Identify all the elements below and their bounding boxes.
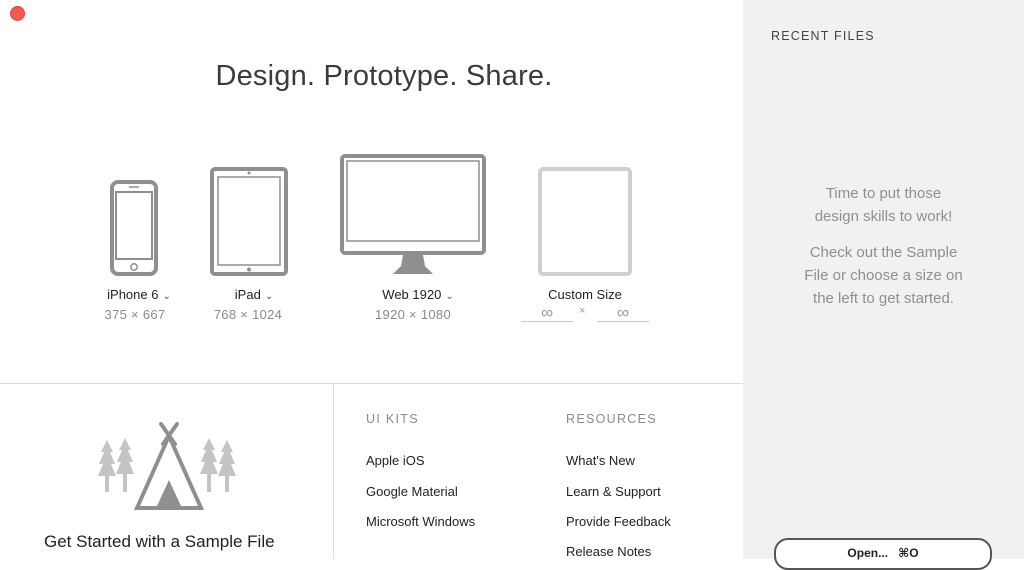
open-file-button[interactable]: Open... ⌘O: [774, 538, 992, 570]
page-title: Design. Prototype. Share.: [215, 60, 553, 92]
device-web1920[interactable]: [340, 154, 486, 276]
column-divider: [333, 384, 334, 559]
open-button-label: Open...: [847, 546, 889, 560]
chevron-down-icon: ⌄: [264, 291, 274, 302]
close-window-button[interactable]: [10, 6, 25, 21]
device-custom-label[interactable]: Custom Size: [548, 287, 622, 302]
sample-file-label: Get Started with a Sample File: [44, 532, 275, 551]
ui-kit-link-google-material[interactable]: Google Material: [366, 484, 458, 499]
custom-size-inputs: ∞ × ∞: [521, 304, 649, 322]
open-shortcut: ⌘O: [898, 546, 919, 560]
resource-link-learn-support[interactable]: Learn & Support: [566, 484, 661, 499]
recent-files-sidebar: RECENT FILES Time to put those design sk…: [743, 0, 1024, 570]
resource-link-whats-new[interactable]: What's New: [566, 453, 635, 468]
recent-files-title: RECENT FILES: [771, 29, 875, 43]
custom-height-input[interactable]: ∞: [597, 304, 649, 322]
chevron-down-icon: ⌄: [162, 291, 171, 302]
monitor-icon: [340, 154, 486, 274]
size-separator: ×: [579, 305, 586, 317]
sample-file-card[interactable]: Get Started with a Sample File: [0, 384, 333, 559]
device-web1920-label[interactable]: Web 1920 ⌄: [382, 287, 453, 302]
device-iphone6-label[interactable]: iPhone 6 ⌄: [107, 287, 171, 302]
chevron-down-icon: ⌄: [445, 291, 454, 302]
ui-kit-link-microsoft-windows[interactable]: Microsoft Windows: [366, 514, 475, 529]
teepee-trees-icon: [98, 422, 236, 510]
device-iphone6[interactable]: [110, 180, 158, 276]
ui-kit-link-apple-ios[interactable]: Apple iOS: [366, 453, 425, 468]
custom-width-input[interactable]: ∞: [521, 304, 573, 322]
resource-link-provide-feedback[interactable]: Provide Feedback: [566, 514, 671, 529]
main-panel: Design. Prototype. Share. iPhone 6 ⌄ 375 …: [0, 0, 743, 559]
empty-message-line: Check out the Sample: [809, 244, 958, 261]
device-ipad[interactable]: [210, 167, 288, 276]
iphone-icon: [110, 180, 158, 276]
resources-heading: RESOURCES: [566, 412, 657, 426]
empty-message-line: Time to put those: [825, 185, 942, 202]
empty-message-line: File or choose a size on: [804, 267, 963, 284]
empty-message-line: design skills to work!: [814, 208, 953, 225]
device-custom[interactable]: [538, 167, 632, 276]
empty-message-line: the left to get started.: [813, 290, 954, 307]
device-iphone6-size: 375 × 667: [104, 307, 166, 322]
ui-kits-heading: UI KITS: [366, 412, 419, 426]
device-ipad-label[interactable]: iPad ⌄: [235, 287, 273, 302]
device-ipad-size: 768 × 1024: [213, 307, 283, 322]
resource-link-release-notes[interactable]: Release Notes: [566, 544, 651, 559]
device-web1920-size: 1920 × 1080: [375, 307, 451, 322]
custom-frame-icon: [538, 167, 632, 276]
ipad-icon: [210, 167, 288, 276]
